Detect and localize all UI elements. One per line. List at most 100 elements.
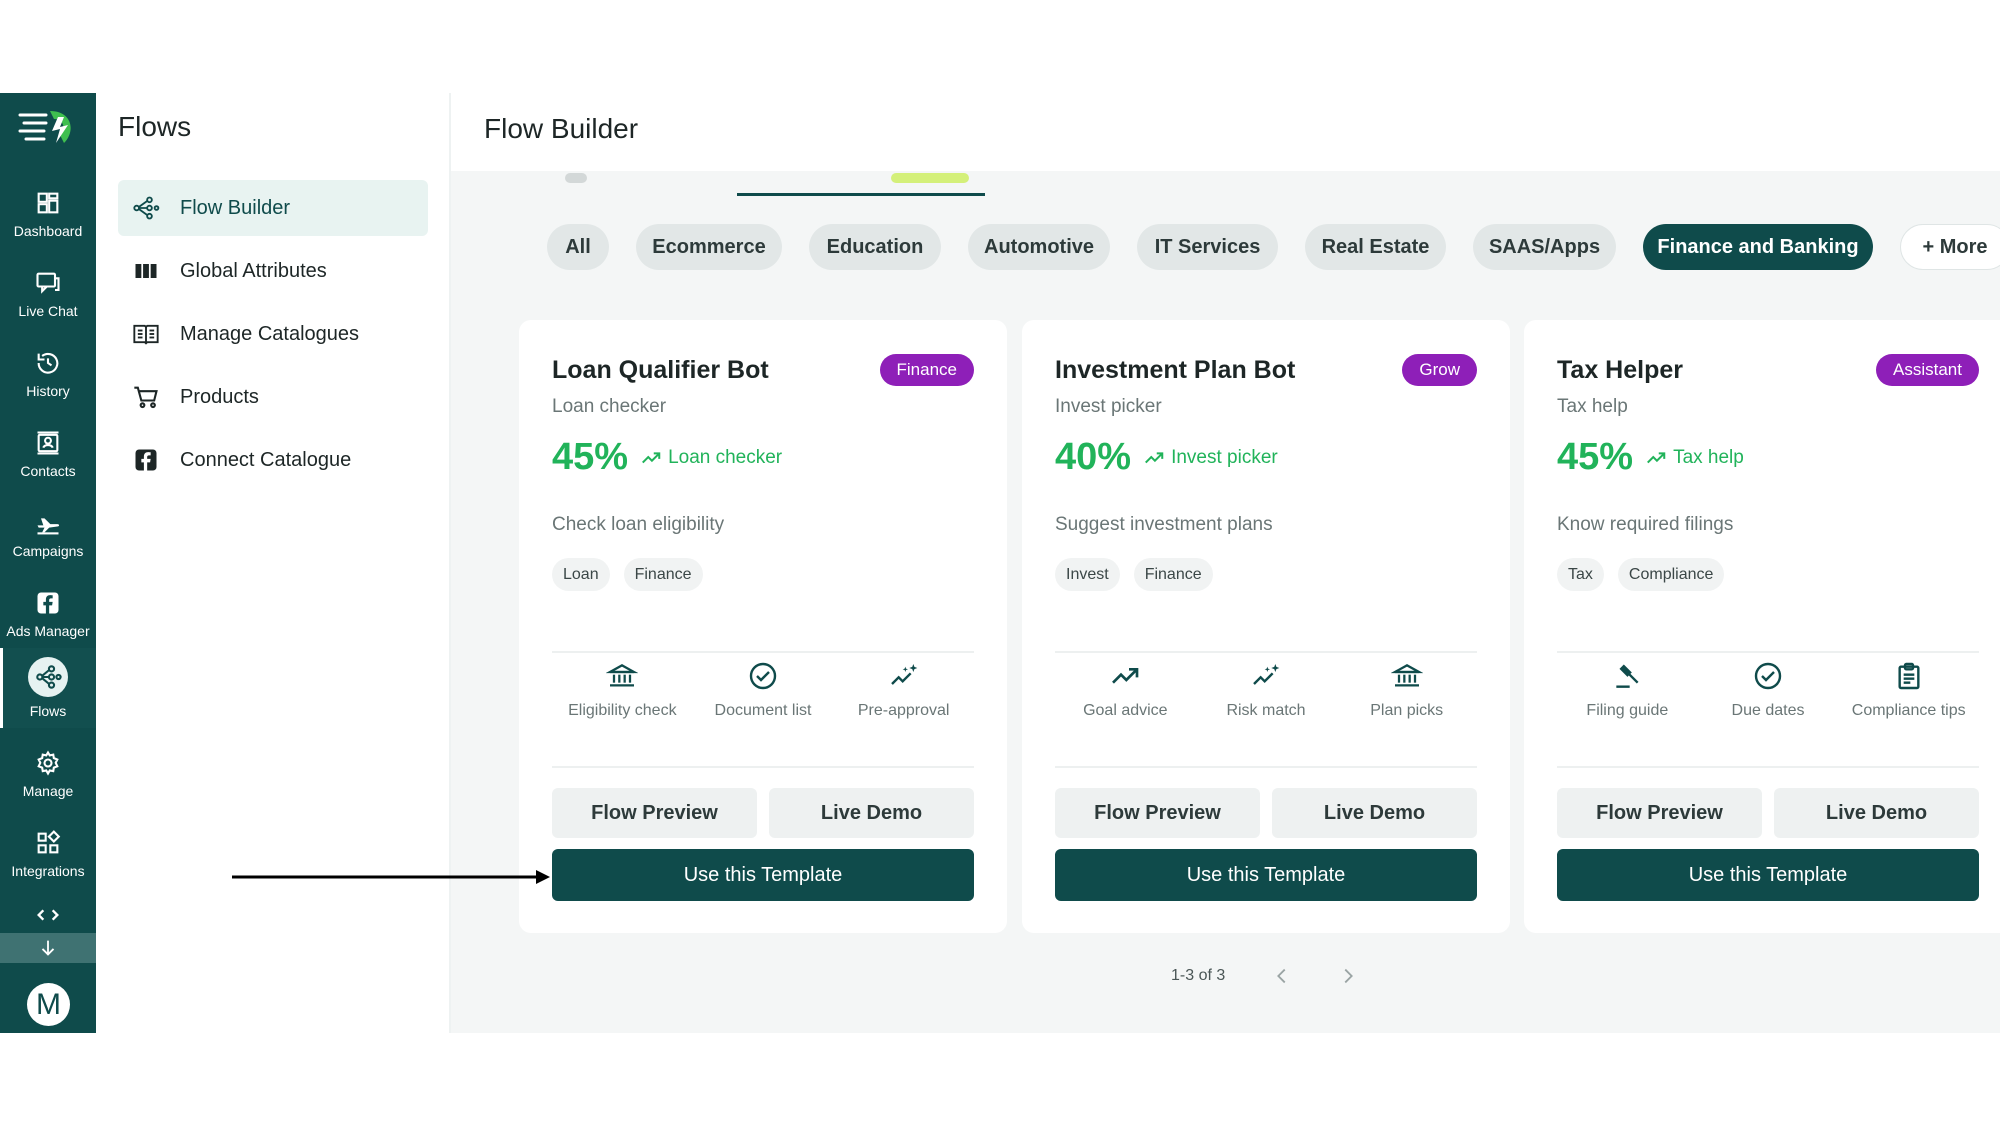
tab-ghost-1 — [565, 173, 587, 183]
use-template-button[interactable]: Use this Template — [1557, 849, 1979, 901]
card-divider — [552, 651, 974, 653]
sidebar-item-global-attributes[interactable]: Global Attributes — [118, 243, 428, 299]
card-divider — [1055, 651, 1477, 653]
card-trend: Loan checker — [640, 447, 782, 469]
bank-icon — [606, 664, 639, 687]
feature-label: Filing guide — [1586, 702, 1669, 719]
rail-history[interactable]: History — [0, 336, 96, 412]
sidebar-item-label: Products — [180, 385, 259, 408]
prev-page-button[interactable] — [1267, 961, 1297, 991]
check-circle-icon — [749, 662, 777, 690]
sidebar-item-flow-builder[interactable]: Flow Builder — [118, 180, 428, 236]
card-tags: Invest Finance — [1055, 558, 1227, 591]
card-tag: Compliance — [1617, 558, 1725, 591]
rail-label: Ads Manager — [6, 623, 90, 639]
chip-education[interactable]: Education — [809, 224, 941, 270]
feature-label: Compliance tips — [1851, 702, 1966, 719]
live-demo-button[interactable]: Live Demo — [1272, 788, 1477, 838]
card-actions: Flow Preview Live Demo — [552, 788, 974, 838]
card-trend: Tax help — [1645, 447, 1744, 469]
rail-flows[interactable]: Flows — [0, 648, 96, 728]
sparkle-trend-icon — [1253, 664, 1280, 685]
sidebar-item-manage-catalogues[interactable]: Manage Catalogues — [118, 306, 428, 362]
main-content: Flow Builder All Ecommerce Education Aut… — [451, 93, 2000, 1033]
rail-contacts[interactable]: Contacts — [0, 416, 96, 492]
card-stat: 40% Invest picker — [1055, 436, 1278, 479]
card-title: Investment Plan Bot — [1055, 356, 1296, 384]
chevron-right-icon — [1344, 968, 1354, 984]
feature-item: Document list — [693, 660, 834, 720]
card-percent: 45% — [1557, 436, 1634, 478]
chat-icon — [36, 272, 60, 294]
card-stat: 45% Loan checker — [552, 436, 782, 479]
feature-label: Plan picks — [1370, 702, 1444, 719]
use-template-button[interactable]: Use this Template — [1055, 849, 1477, 901]
card-badge: Assistant — [1876, 354, 1979, 386]
live-demo-button[interactable]: Live Demo — [769, 788, 974, 838]
card-tag: Invest — [1055, 558, 1120, 591]
card-tags: Tax Compliance — [1557, 558, 1738, 591]
next-page-button[interactable] — [1333, 961, 1363, 991]
sidebar-item-connect-catalogue[interactable]: Connect Catalogue — [118, 432, 428, 488]
sidebar-item-label: Connect Catalogue — [180, 448, 352, 471]
rail-label: History — [26, 383, 70, 399]
template-card: Investment Plan Bot Grow Invest picker 4… — [1022, 320, 1510, 933]
dashboard-icon — [37, 192, 59, 214]
bank-icon — [1390, 664, 1423, 687]
flow-preview-button[interactable]: Flow Preview — [1557, 788, 1762, 838]
flow-preview-button[interactable]: Flow Preview — [1055, 788, 1260, 838]
chip-real-estate[interactable]: Real Estate — [1305, 224, 1446, 270]
plane-icon — [37, 518, 60, 535]
card-tags: Loan Finance — [552, 558, 717, 591]
rail-manage[interactable]: Manage — [0, 736, 96, 812]
card-trend-label: Tax help — [1673, 446, 1744, 468]
feature-label: Pre-approval — [857, 702, 950, 719]
feature-label: Document list — [714, 702, 812, 719]
chip-saas-apps[interactable]: SAAS/Apps — [1473, 224, 1616, 270]
flow-preview-button[interactable]: Flow Preview — [552, 788, 757, 838]
card-title: Tax Helper — [1557, 356, 1683, 384]
chip-more[interactable]: + More — [1900, 224, 2000, 270]
app-logo — [16, 107, 78, 147]
sidebar-item-label: Manage Catalogues — [180, 322, 360, 345]
live-demo-button[interactable]: Live Demo — [1774, 788, 1979, 838]
feature-item: Filing guide — [1557, 660, 1698, 720]
trend-up-icon — [1112, 668, 1139, 684]
chevron-left-icon — [1277, 968, 1286, 984]
feature-item: Goal advice — [1055, 660, 1196, 720]
chip-finance-and-banking[interactable]: Finance and Banking — [1643, 224, 1873, 270]
facebook-icon — [37, 592, 59, 614]
use-template-button[interactable]: Use this Template — [552, 849, 974, 901]
chip-all[interactable]: All — [547, 224, 609, 270]
card-description: Check loan eligibility — [552, 514, 725, 535]
feature-item: Pre-approval — [833, 660, 974, 720]
rail-live-chat[interactable]: Live Chat — [0, 256, 96, 332]
feature-item: Plan picks — [1336, 660, 1477, 720]
chip-it-services[interactable]: IT Services — [1137, 224, 1278, 270]
feature-label: Risk match — [1226, 702, 1306, 719]
contacts-icon — [37, 431, 59, 455]
history-icon — [37, 352, 59, 374]
trend-up-icon — [642, 451, 661, 463]
card-divider — [1055, 766, 1477, 768]
rail-label: Campaigns — [12, 543, 84, 559]
rail-scroll-down[interactable] — [0, 933, 96, 963]
chip-automotive[interactable]: Automotive — [968, 224, 1110, 270]
page-title: Flow Builder — [484, 113, 639, 144]
rail-ads-manager[interactable]: Ads Manager — [0, 576, 96, 652]
sparkle-trend-icon — [890, 664, 918, 685]
sidebar-item-label: Flow Builder — [180, 196, 291, 219]
rail-dashboard[interactable]: Dashboard — [0, 176, 96, 252]
card-divider — [1557, 651, 1979, 653]
avatar[interactable]: M — [27, 983, 70, 1026]
card-badge: Grow — [1402, 354, 1477, 386]
chip-ecommerce[interactable]: Ecommerce — [636, 224, 782, 270]
rail-integrations[interactable]: Integrations — [0, 816, 96, 892]
feature-item: Due dates — [1698, 660, 1839, 720]
card-tag: Finance — [623, 558, 703, 591]
sidebar-item-products[interactable]: Products — [118, 369, 428, 425]
card-divider — [1557, 766, 1979, 768]
card-tag: Loan — [552, 558, 610, 591]
rail-campaigns[interactable]: Campaigns — [0, 496, 96, 572]
trend-up-icon — [1145, 451, 1164, 463]
